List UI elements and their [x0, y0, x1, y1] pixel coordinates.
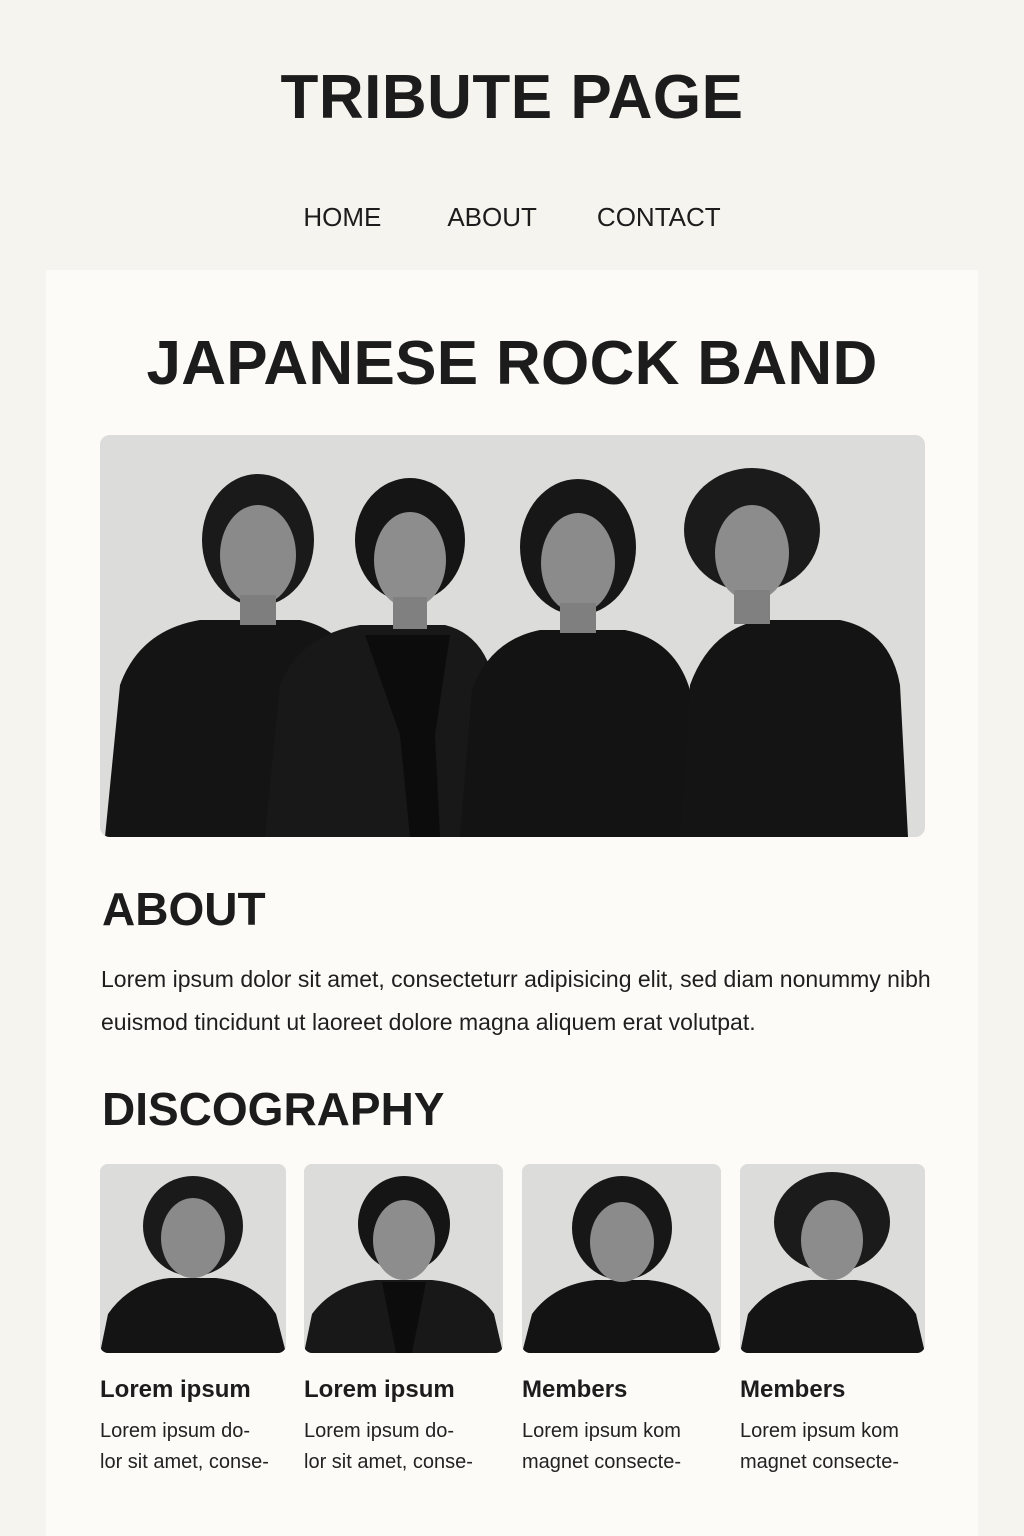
card-title: Lorem ipsum [304, 1376, 455, 1403]
discography-heading: DISCOGRAPHY [102, 1083, 445, 1135]
band-photo [100, 435, 925, 837]
member-photo [740, 1164, 925, 1353]
card-text: Lorem ipsum do- lor sit amet, conse- [304, 1420, 473, 1473]
member-photo [100, 1164, 286, 1353]
card-title: Members [740, 1376, 846, 1403]
discography-card[interactable]: Lorem ipsum Lorem ipsum do- lor sit amet… [304, 1164, 503, 1478]
nav-about[interactable]: ABOUT [447, 200, 537, 234]
discography-card[interactable]: Lorem ipsum Lorem ipsum do- lor sit amet… [100, 1164, 286, 1478]
nav-home[interactable]: HOME [303, 200, 381, 234]
card-text: Lorem ipsum kom magnet consecte- [740, 1420, 899, 1473]
card-text: Lorem ipsum do- lor sit amet, conse- [100, 1420, 269, 1473]
about-text: Lorem ipsum dolor sit amet, consecteturr… [101, 966, 931, 1035]
nav-contact[interactable]: CONTACT [597, 200, 721, 234]
card-text: Lorem ipsum kom magnet consecte- [522, 1420, 681, 1473]
card-title: Members [522, 1376, 628, 1403]
content-panel: JAPANESE ROCK BAND ABOUT Lorem ipsum dol… [46, 270, 978, 1536]
member-photo [522, 1164, 721, 1353]
discography-card[interactable]: Members Lorem ipsum kom magnet consecte- [522, 1164, 721, 1478]
member-photo [304, 1164, 503, 1353]
about-heading: ABOUT [102, 883, 266, 935]
main-nav: HOME ABOUT CONTACT [0, 200, 1024, 234]
card-title: Lorem ipsum [100, 1376, 251, 1403]
discography-card[interactable]: Members Lorem ipsum kom magnet consecte- [740, 1164, 925, 1478]
band-title: JAPANESE ROCK BAND [146, 329, 878, 398]
site-title: TRIBUTE PAGE [280, 63, 744, 132]
